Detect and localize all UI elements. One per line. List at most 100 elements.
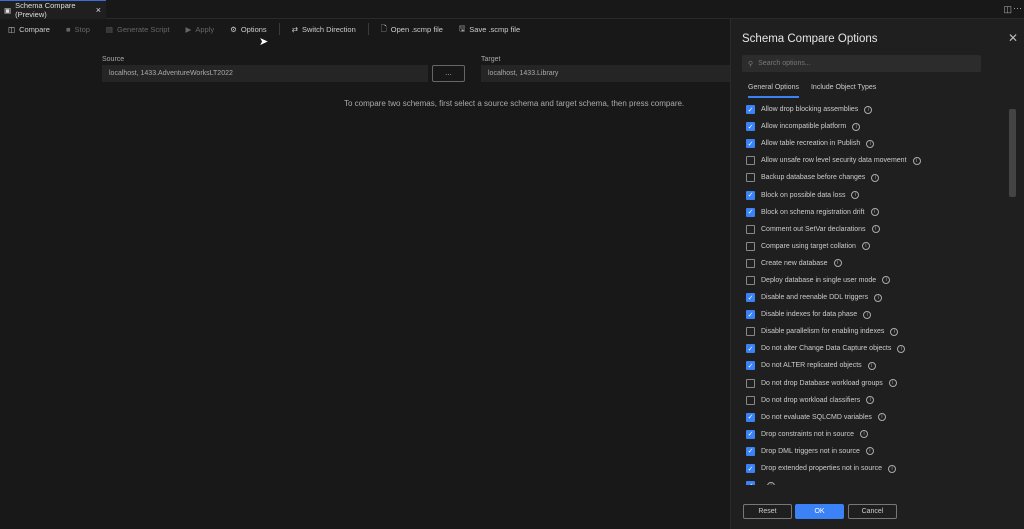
info-icon[interactable]: i	[866, 139, 875, 148]
script-icon: ▤	[105, 24, 114, 34]
open-scmp-button[interactable]: 🗋 Open .scmp file	[381, 23, 443, 36]
checkbox[interactable]: ✓	[746, 412, 755, 422]
info-icon[interactable]: i	[833, 259, 842, 268]
option-item[interactable]: Deploy database in single user mode i	[746, 272, 996, 289]
close-tab-icon[interactable]: ×	[96, 5, 101, 15]
tab-include-object-types[interactable]: Include Object Types	[811, 84, 876, 98]
info-icon[interactable]: i	[867, 361, 876, 370]
info-icon[interactable]: i	[852, 122, 861, 131]
option-item[interactable]: Allow unsafe row level security data mov…	[746, 152, 996, 169]
checkbox[interactable]	[746, 378, 755, 388]
option-label: Comment out SetVar declarations	[761, 225, 866, 233]
option-item[interactable]: Backup database before changes i	[746, 169, 996, 186]
info-icon[interactable]: i	[888, 379, 897, 388]
option-item[interactable]: ✓i	[746, 477, 996, 485]
info-icon[interactable]: i	[871, 225, 880, 234]
option-label: Drop constraints not in source	[761, 430, 854, 438]
search-icon: ⚲	[748, 60, 754, 68]
option-item[interactable]: Compare using target collation i	[746, 238, 996, 255]
option-item[interactable]: ✓ Do not alter Change Data Capture object…	[746, 340, 996, 357]
checkbox[interactable]: ✓	[746, 361, 755, 371]
close-icon[interactable]: ✕	[1008, 31, 1018, 45]
checkbox[interactable]: ✓	[746, 446, 755, 456]
checkbox[interactable]: ✓	[746, 139, 755, 149]
info-icon[interactable]: i	[871, 173, 880, 182]
option-item[interactable]: ✓ Allow incompatible platform i	[746, 118, 996, 135]
option-item[interactable]: ✓ Drop DML triggers not in source i	[746, 443, 996, 460]
checkbox[interactable]	[746, 395, 755, 405]
option-item[interactable]: ✓ Block on possible data loss i	[746, 186, 996, 203]
checkbox[interactable]	[746, 327, 755, 337]
info-icon[interactable]: i	[877, 413, 886, 422]
info-icon[interactable]: i	[882, 276, 891, 285]
info-icon[interactable]: i	[864, 105, 873, 114]
option-item[interactable]: Create new database i	[746, 255, 996, 272]
option-item[interactable]: ✓ Allow table recreation in Publish i	[746, 135, 996, 152]
cancel-button[interactable]: Cancel	[848, 504, 897, 519]
tab-schema-compare[interactable]: ▣ Schema Compare (Preview) ×	[0, 0, 106, 19]
checkbox[interactable]: ✓	[746, 190, 755, 200]
checkbox[interactable]	[746, 156, 755, 166]
option-item[interactable]: Comment out SetVar declarations i	[746, 221, 996, 238]
split-editor-icon[interactable]: ◫	[1003, 4, 1012, 15]
option-label: Do not alter Change Data Capture objects	[761, 345, 892, 353]
option-item[interactable]: ✓ Allow drop blocking assemblies i	[746, 101, 996, 118]
tab-title: Schema Compare (Preview)	[15, 1, 76, 19]
option-item[interactable]: ✓ Do not ALTER replicated objects i	[746, 357, 996, 374]
checkbox[interactable]: ✓	[746, 481, 755, 485]
info-icon[interactable]: i	[865, 447, 874, 456]
source-field[interactable]: localhost, 1433.AdventureWorksLT2022	[102, 65, 428, 82]
info-icon[interactable]: i	[767, 481, 775, 485]
option-item[interactable]: Disable parallelism for enabling indexes…	[746, 323, 996, 340]
more-icon[interactable]: ⋯	[1013, 3, 1022, 14]
scrollbar[interactable]	[1009, 109, 1016, 197]
tab-general-options[interactable]: General Options	[748, 84, 799, 98]
option-item[interactable]: ✓ Disable indexes for data phase i	[746, 306, 996, 323]
options-button[interactable]: ⚙ Options	[230, 25, 267, 34]
divider	[278, 23, 280, 35]
apply-button[interactable]: ▶ Apply	[186, 25, 215, 34]
info-icon[interactable]: i	[912, 156, 921, 165]
option-item[interactable]: ✓ Disable and reenable DDL triggers i	[746, 289, 996, 306]
info-icon[interactable]: i	[861, 242, 870, 251]
save-scmp-button[interactable]: 🖫 Save .scmp file	[459, 23, 520, 36]
checkbox[interactable]: ✓	[746, 293, 755, 303]
switch-direction-button[interactable]: ⇄ Switch Direction	[292, 25, 356, 34]
target-field[interactable]: localhost, 1433.Library	[481, 65, 730, 82]
ok-button[interactable]: OK	[795, 504, 844, 519]
checkbox[interactable]: ✓	[746, 105, 755, 115]
reset-button[interactable]: Reset	[743, 504, 792, 519]
search-input[interactable]: ⚲ Search options...	[742, 55, 981, 72]
info-icon[interactable]: i	[851, 191, 860, 200]
option-item[interactable]: ✓ Do not evaluate SQLCMD variables i	[746, 409, 996, 426]
checkbox[interactable]: ✓	[746, 122, 755, 132]
checkbox[interactable]: ✓	[746, 464, 755, 474]
checkbox[interactable]	[746, 275, 755, 285]
checkbox[interactable]: ✓	[746, 310, 755, 320]
info-icon[interactable]: i	[860, 430, 868, 439]
option-item[interactable]: ✓ Drop extended properties not in source i	[746, 460, 996, 477]
info-icon[interactable]: i	[866, 396, 875, 405]
info-icon[interactable]: i	[897, 344, 906, 353]
option-label: Allow unsafe row level security data mov…	[761, 157, 907, 165]
info-icon[interactable]: i	[870, 208, 879, 217]
option-item[interactable]: ✓ Drop constraints not in source i	[746, 426, 996, 443]
info-icon[interactable]: i	[890, 327, 899, 336]
info-icon[interactable]: i	[863, 310, 872, 319]
stop-button[interactable]: ■ Stop	[66, 25, 90, 34]
option-item[interactable]: ✓ Block on schema registration drift i	[746, 204, 996, 221]
browse-source-button[interactable]: ...	[432, 65, 465, 82]
checkbox[interactable]	[746, 224, 755, 234]
info-icon[interactable]: i	[874, 293, 883, 302]
option-item[interactable]: Do not drop Database workload groups i	[746, 375, 996, 392]
checkbox[interactable]	[746, 241, 755, 251]
generate-script-button[interactable]: ▤ Generate Script	[106, 25, 170, 34]
info-icon[interactable]: i	[888, 464, 897, 473]
option-item[interactable]: Do not drop workload classifiers i	[746, 392, 996, 409]
checkbox[interactable]: ✓	[746, 207, 755, 217]
checkbox[interactable]: ✓	[746, 429, 755, 439]
compare-button[interactable]: ◫ Compare	[8, 25, 50, 34]
checkbox[interactable]	[746, 173, 755, 183]
checkbox[interactable]	[746, 258, 755, 268]
checkbox[interactable]: ✓	[746, 344, 755, 354]
